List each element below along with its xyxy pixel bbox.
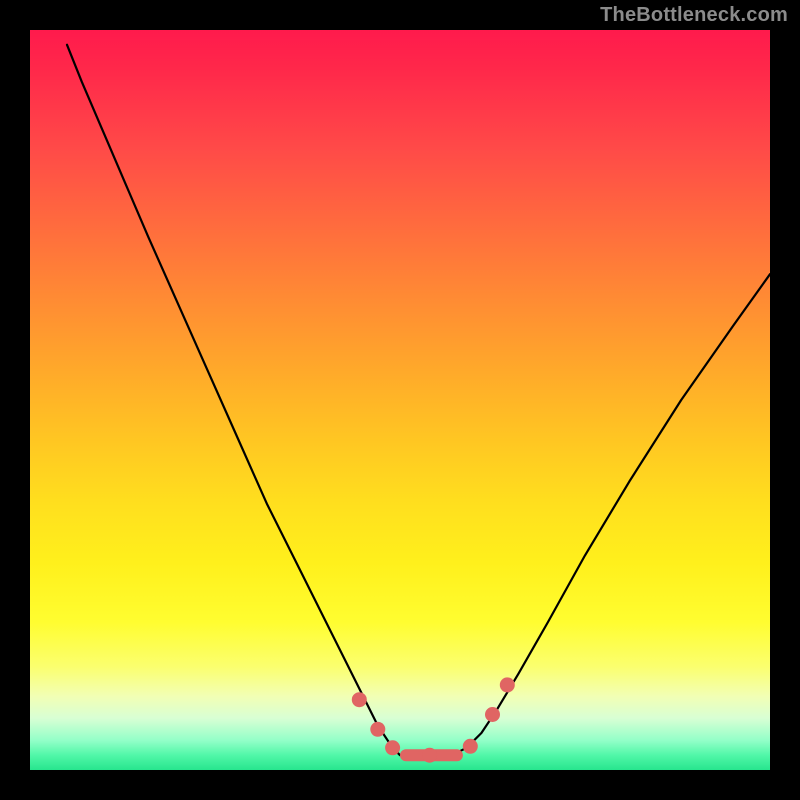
marker-dot [485,707,500,722]
bottleneck-curve [67,45,770,755]
marker-dot [500,677,515,692]
marker-dot [370,722,385,737]
marker-dot [422,748,437,763]
chart-plot-area [30,30,770,770]
chart-svg [30,30,770,770]
marker-dot [463,739,478,754]
chart-frame: TheBottleneck.com [0,0,800,800]
watermark-text: TheBottleneck.com [600,4,788,27]
marker-dot [385,740,400,755]
curve-layer [67,45,770,755]
marker-dot [352,692,367,707]
